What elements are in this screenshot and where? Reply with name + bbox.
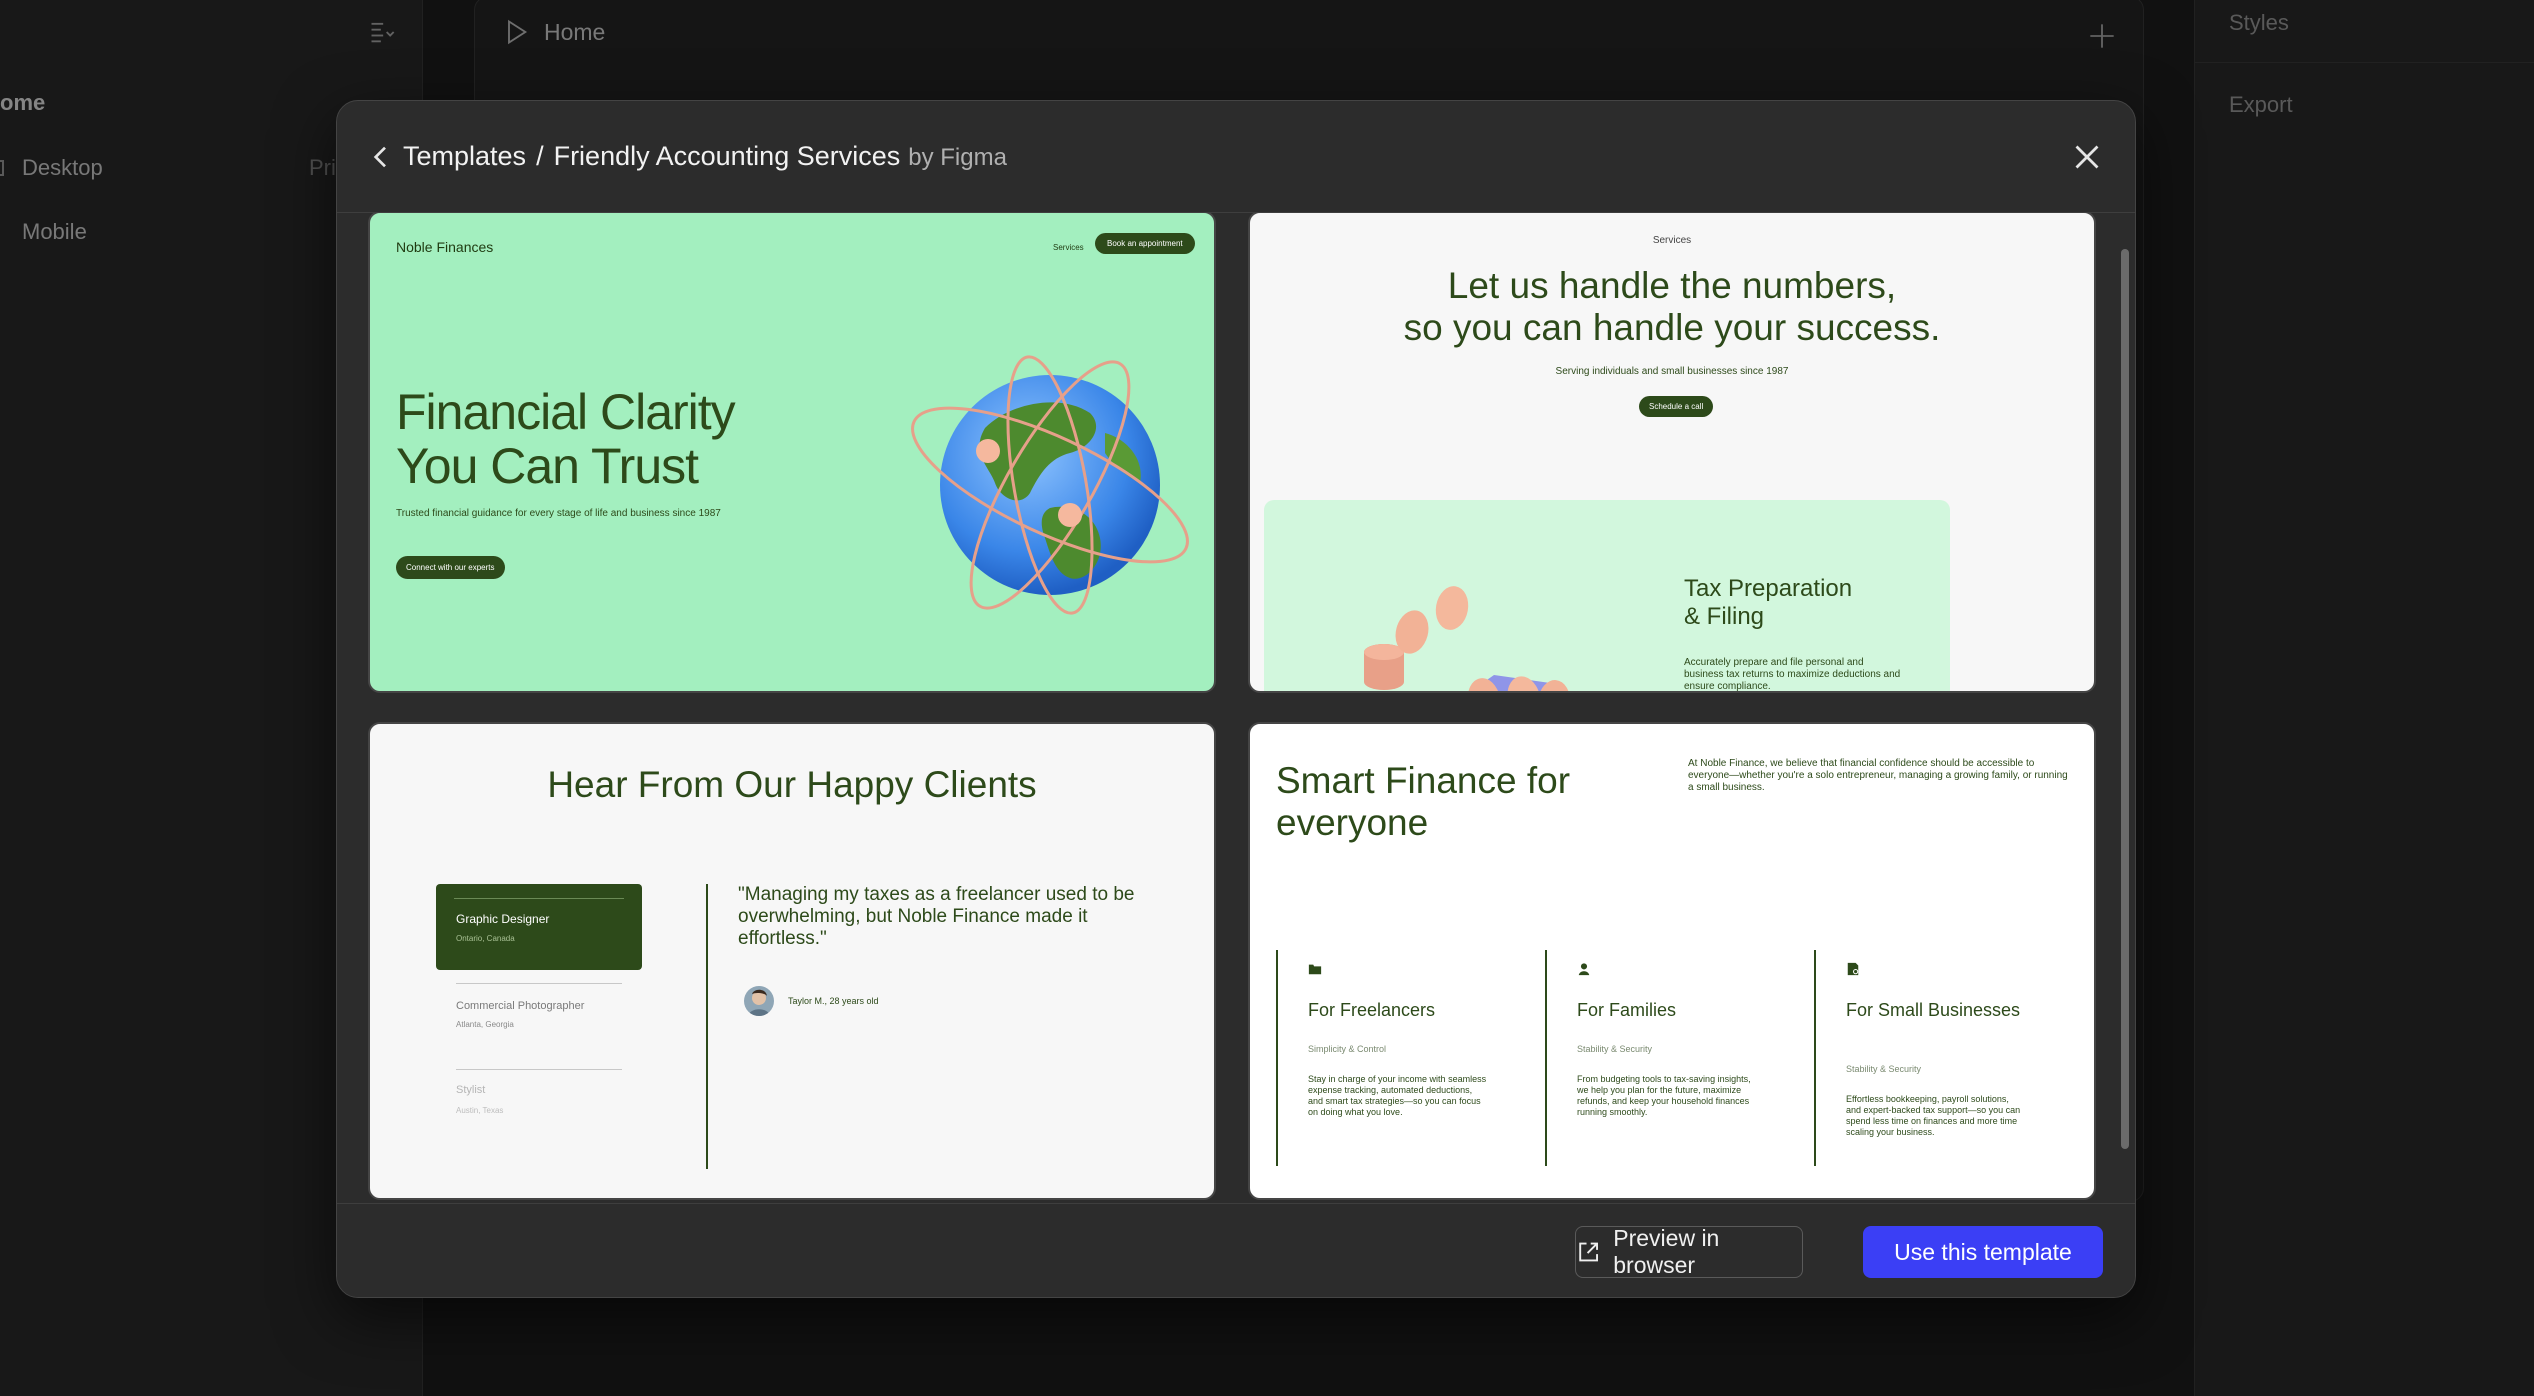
- preview-grid: Noble Finances Services Book an appointm…: [337, 213, 2135, 1203]
- preview-scrollbar-thumb[interactable]: [2121, 249, 2129, 1149]
- preview-nav-link: Services: [1053, 243, 1084, 252]
- preview-services-headline-line2: so you can handle your success.: [1403, 307, 1941, 348]
- testimonial-divider: [456, 983, 622, 984]
- preview-testimonials-title: Hear From Our Happy Clients: [547, 764, 1037, 805]
- audience-tagline: Stability & Security: [1577, 1044, 1653, 1054]
- testimonial-tab-rule: [454, 898, 624, 899]
- external-link-icon: [1579, 1242, 1598, 1262]
- app-root: ome Desktop Pri Mobile Home Styles Expor…: [0, 0, 2534, 1396]
- coins-illustration: [1364, 586, 1571, 691]
- preview-schedule-button: Schedule a call: [1639, 396, 1714, 417]
- modal-footer: Preview in browser Use this template: [337, 1203, 2135, 1297]
- preview-cta: Connect with our experts: [396, 556, 505, 579]
- audience-heading: For Freelancers: [1308, 1000, 1436, 1020]
- audience-text: Stay in charge of your income with seaml…: [1308, 1074, 1487, 1117]
- modal-header: Templates / Friendly Accounting Services by…: [337, 101, 2135, 213]
- audience-tagline: Simplicity & Control: [1308, 1044, 1387, 1054]
- document-icon: [1847, 962, 1859, 976]
- preview-subtext: Trusted financial guidance for every sta…: [396, 508, 721, 519]
- audience-column-freelancers: For Freelancers Simplicity & Control Sta…: [1276, 950, 1502, 1166]
- back-chevron-icon[interactable]: [365, 141, 397, 173]
- preview-services-subtext: Serving individuals and small businesses…: [1555, 366, 1789, 377]
- testimonial-role: Graphic Designer: [456, 912, 550, 926]
- preview-smart-intro: At Noble Finance, we believe that financ…: [1688, 758, 2068, 793]
- preview-smart-title-line1: Smart Finance for: [1276, 760, 1571, 801]
- audience-heading: For Families: [1577, 1000, 1677, 1020]
- audience-column-families: For Families Stability & Security From b…: [1545, 950, 1771, 1166]
- breadcrumb-separator: /: [536, 141, 544, 171]
- template-modal: Templates / Friendly Accounting Services by…: [336, 100, 2136, 1298]
- close-icon[interactable]: [2069, 139, 2105, 175]
- preview-headline: Financial Clarity You Can Trust: [396, 384, 736, 494]
- template-byline: by Figma: [908, 144, 1007, 171]
- preview-tax-panel: Tax Preparation & Filing Accurately prep…: [1264, 500, 1950, 692]
- preview-card-services[interactable]: Services Let us handle the numbers, so y…: [1248, 213, 2096, 693]
- testimonial-tab-location: Atlanta, Georgia: [456, 1020, 514, 1029]
- template-name: Friendly Accounting Services: [553, 141, 901, 171]
- audience-text: Effortless bookkeeping, payroll solution…: [1846, 1094, 2021, 1137]
- testimonial-divider: [456, 1069, 622, 1070]
- audience-column-small-businesses: For Small Businesses Stability & Securit…: [1814, 950, 2040, 1166]
- use-template-button[interactable]: Use this template: [1863, 1226, 2103, 1278]
- audience-tagline: Stability & Security: [1846, 1064, 1922, 1074]
- breadcrumb: Templates / Friendly Accounting Services by…: [403, 141, 1007, 172]
- audience-text: From budgeting tools to tax-saving insig…: [1577, 1074, 1751, 1117]
- folder-icon: [1308, 964, 1322, 975]
- preview-card-hero[interactable]: Noble Finances Services Book an appointm…: [368, 213, 1216, 693]
- testimonial-tab-role: Stylist: [456, 1084, 486, 1096]
- preview-tax-text: Accurately prepare and file personal and…: [1684, 657, 1901, 692]
- testimonial-tab-active: Graphic Designer Ontario, Canada: [436, 884, 642, 970]
- preview-book-button: Book an appointment: [1095, 233, 1195, 254]
- preview-smart-title-line2: everyone: [1276, 802, 1429, 843]
- preview-in-browser-label: Preview in browser: [1613, 1225, 1720, 1278]
- testimonial-location: Ontario, Canada: [456, 934, 515, 943]
- preview-scrollbar[interactable]: [2119, 213, 2131, 1203]
- preview-brand: Noble Finances: [396, 239, 494, 255]
- testimonial-tab-role: Commercial Photographer: [456, 1000, 585, 1012]
- preview-card-testimonials[interactable]: Hear From Our Happy Clients Graphic Desi…: [368, 722, 1216, 1200]
- preview-tax-title-line1: Tax Preparation: [1684, 575, 1853, 602]
- preview-tax-title-line2: & Filing: [1684, 603, 1765, 630]
- preview-card-smart-finance[interactable]: Smart Finance for everyone At Noble Fina…: [1248, 722, 2096, 1200]
- preview-in-browser-button[interactable]: Preview in browser: [1575, 1225, 1803, 1278]
- testimonial-author: Taylor M., 28 years old: [788, 996, 879, 1006]
- testimonial-vertical-divider: [706, 884, 708, 1169]
- preview-tax-title: Tax Preparation & Filing: [1684, 575, 1852, 631]
- testimonial-tab-location: Austin, Texas: [456, 1106, 504, 1115]
- avatar: [744, 986, 774, 1016]
- testimonial-quote: "Managing my taxes as a freelancer used …: [738, 884, 1135, 949]
- preview-headline-line2: You Can Trust: [396, 438, 699, 494]
- preview-services-label: Services: [1652, 235, 1692, 246]
- preview-headline-line1: Financial Clarity: [396, 384, 736, 440]
- globe-illustration: [911, 355, 1189, 615]
- person-icon: [1578, 963, 1590, 976]
- preview-smart-title: Smart Finance for everyone: [1276, 760, 1570, 844]
- audience-heading: For Small Businesses: [1846, 1000, 2021, 1020]
- use-template-label: Use this template: [1894, 1238, 2072, 1265]
- breadcrumb-templates[interactable]: Templates: [403, 141, 526, 171]
- preview-services-headline: Let us handle the numbers, so you can ha…: [1250, 265, 2094, 349]
- preview-services-headline-line1: Let us handle the numbers,: [1447, 265, 1897, 306]
